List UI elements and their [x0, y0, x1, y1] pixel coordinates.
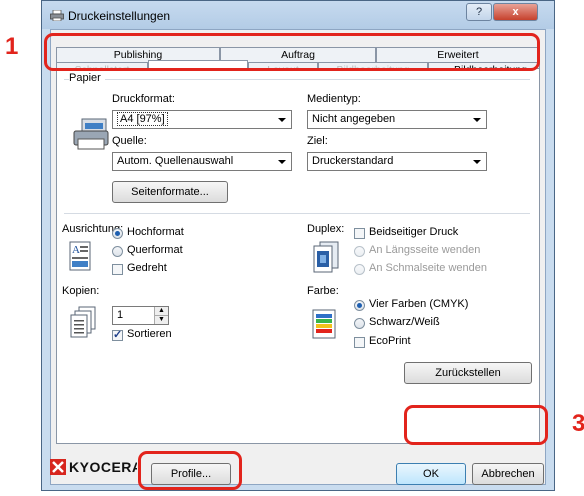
short-edge-label[interactable]: An Schmalseite wenden: [369, 262, 487, 274]
reset-highlight-box: [404, 405, 548, 445]
rotated-label[interactable]: Gedreht: [127, 262, 167, 274]
kyocera-logo-text: KYOCERA: [69, 459, 137, 475]
output-target-value: Druckerstandard: [312, 155, 394, 167]
collate-label[interactable]: Sortieren: [127, 328, 172, 340]
portrait-document-icon: A: [69, 241, 91, 271]
short-edge-radio[interactable]: [354, 264, 365, 275]
stepper-up-button[interactable]: ▲: [154, 307, 168, 316]
profile-highlight-box: [138, 451, 242, 490]
media-type-value: Nicht angegeben: [312, 113, 396, 125]
chevron-down-icon: [278, 118, 286, 122]
window-title: Druckeinstellungen: [68, 9, 171, 23]
black-white-radio[interactable]: [354, 318, 365, 329]
black-white-label[interactable]: Schwarz/Weiß: [369, 316, 440, 328]
duplex-label: Duplex:: [307, 223, 345, 235]
settings-divider: [64, 213, 530, 214]
copies-stack-icon: [70, 306, 96, 338]
stepper-down-button[interactable]: ▼: [154, 316, 168, 324]
output-target-select[interactable]: Druckerstandard: [307, 152, 487, 171]
ok-button[interactable]: OK: [396, 463, 466, 485]
close-button[interactable]: x: [493, 3, 538, 21]
tabs-highlight-box: [44, 33, 540, 71]
paper-format-select[interactable]: A4 [97%]: [112, 110, 292, 129]
four-color-radio[interactable]: [354, 300, 365, 311]
output-target-label: Ziel:: [307, 135, 328, 147]
duplex-document-icon: [313, 241, 339, 273]
paper-group-label: Papier: [69, 72, 105, 84]
copies-stepper[interactable]: 1 ▲ ▼: [112, 306, 169, 325]
svg-text:A: A: [72, 244, 80, 256]
media-type-select[interactable]: Nicht angegeben: [307, 110, 487, 129]
copies-label: Kopien:: [62, 285, 100, 297]
portrait-label[interactable]: Hochformat: [127, 226, 184, 238]
printer-icon: [50, 10, 64, 21]
landscape-radio[interactable]: [112, 246, 123, 257]
paper-format-label: Druckformat:: [112, 93, 175, 105]
ecoprint-checkbox[interactable]: [354, 337, 365, 348]
duplex-both-sides-label[interactable]: Beidseitiger Druck: [369, 226, 458, 238]
copies-value[interactable]: 1: [117, 309, 123, 321]
rotated-checkbox[interactable]: [112, 264, 123, 275]
help-button[interactable]: ?: [466, 3, 492, 21]
chevron-down-icon: [278, 160, 286, 164]
reset-button[interactable]: Zurückstellen: [404, 362, 532, 384]
paper-format-icon: [73, 118, 109, 150]
landscape-label[interactable]: Querformat: [127, 244, 183, 256]
color-label: Farbe:: [307, 285, 339, 297]
cancel-button[interactable]: Abbrechen: [472, 463, 544, 485]
title-bar: Druckeinstellungen ? x: [42, 1, 554, 29]
paper-group-line: [64, 79, 530, 80]
chevron-down-icon: [473, 118, 481, 122]
tab-panel-grundlagen: Papier Druckformat: A4 [97%] Medientyp: …: [56, 68, 540, 444]
paper-source-select[interactable]: Autom. Quellenauswahl: [112, 152, 292, 171]
four-color-label[interactable]: Vier Farben (CMYK): [369, 298, 468, 310]
long-edge-radio[interactable]: [354, 246, 365, 257]
collate-checkbox[interactable]: [112, 328, 123, 341]
callout-number-3: 3: [572, 410, 584, 437]
chevron-down-icon: [473, 160, 481, 164]
page-formats-button[interactable]: Seitenformate...: [112, 181, 228, 203]
paper-format-value: A4 [97%]: [117, 112, 168, 126]
portrait-radio[interactable]: [112, 228, 123, 239]
duplex-checkbox[interactable]: [354, 228, 365, 239]
kyocera-logo-mark-icon: [50, 459, 66, 475]
paper-source-label: Quelle:: [112, 135, 147, 147]
paper-source-value: Autom. Quellenauswahl: [117, 155, 234, 167]
callout-number-1: 1: [5, 33, 19, 60]
long-edge-label[interactable]: An Längsseite wenden: [369, 244, 480, 256]
color-mode-icon: [312, 309, 336, 339]
media-type-label: Medientyp:: [307, 93, 361, 105]
ecoprint-label[interactable]: EcoPrint: [369, 335, 411, 347]
